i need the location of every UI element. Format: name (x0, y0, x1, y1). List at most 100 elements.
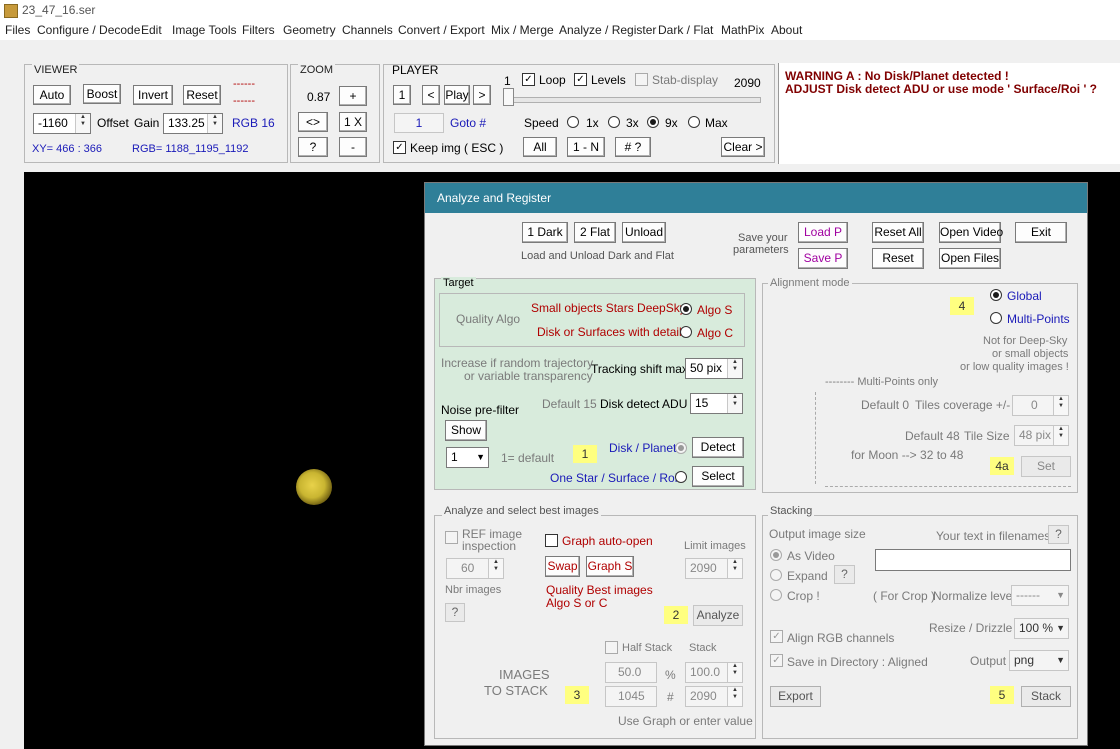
analyze-button[interactable]: Analyze (693, 605, 743, 626)
select-button[interactable]: Select (692, 466, 744, 487)
stack-max-count-spinner[interactable]: ▲ ▼ (727, 687, 742, 706)
offset-spinner[interactable]: ▲ ▼ (75, 114, 90, 133)
tile-size-spinner[interactable]: ▲ ▼ (1053, 426, 1068, 445)
speed-max-radio[interactable] (688, 116, 700, 128)
menu-image-tools[interactable]: Image Tools (172, 23, 236, 37)
swap-button[interactable]: Swap (545, 556, 580, 577)
first-frame-button[interactable]: 1 (393, 85, 411, 105)
graph-auto-open-checkbox[interactable] (545, 534, 558, 547)
menu-about[interactable]: About (771, 23, 802, 37)
limit-images-input[interactable]: 2090 ▲ ▼ (685, 558, 743, 579)
stack-percent-input[interactable]: 50.0 (605, 662, 657, 683)
as-video-radio[interactable] (770, 549, 782, 561)
prev-frame-button[interactable]: < (422, 85, 440, 105)
current-frame-input[interactable]: 1 (394, 113, 444, 133)
zoom-in-button[interactable]: + (339, 86, 367, 106)
stack-max-percent-spinner[interactable]: ▲ ▼ (727, 663, 742, 682)
half-stack-checkbox[interactable] (605, 641, 618, 654)
all-button[interactable]: All (523, 137, 557, 157)
open-files-button[interactable]: Open Files (939, 248, 1001, 269)
stack-button[interactable]: Stack (1021, 686, 1071, 707)
auto-button[interactable]: Auto (33, 85, 71, 105)
flat-button[interactable]: 2 Flat (574, 222, 616, 243)
align-rgb-checkbox[interactable]: ✓ (770, 630, 783, 643)
stab-display-checkbox[interactable] (635, 73, 648, 86)
load-params-button[interactable]: Load P (798, 222, 848, 243)
speed-1x-radio[interactable] (567, 116, 579, 128)
ref-image-checkbox[interactable] (445, 531, 458, 544)
graph-s-button[interactable]: Graph S (586, 556, 634, 577)
next-frame-button[interactable]: > (473, 85, 491, 105)
show-noise-button[interactable]: Show (445, 420, 487, 441)
nbr-images-spinner[interactable]: ▲ ▼ (488, 559, 503, 578)
analyze-help-button[interactable]: ? (445, 603, 465, 622)
menu-filters[interactable]: Filters (242, 23, 275, 37)
gain-spinner[interactable]: ▲ ▼ (207, 114, 222, 133)
disk-planet-radio[interactable] (675, 442, 687, 454)
stack-max-count-input[interactable]: 2090 ▲ ▼ (685, 686, 743, 707)
detect-button[interactable]: Detect (692, 437, 744, 458)
open-video-button[interactable]: Open Video (939, 222, 1003, 243)
menu-dark-flat[interactable]: Dark / Flat (658, 23, 713, 37)
menu-convert-export[interactable]: Convert / Export (398, 23, 485, 37)
menu-mathpix[interactable]: MathPix (721, 23, 764, 37)
frame-slider-track[interactable] (505, 97, 761, 103)
save-directory-checkbox[interactable]: ✓ (770, 654, 783, 667)
one-n-button[interactable]: 1 - N (567, 137, 605, 157)
tiles-coverage-spinner[interactable]: ▲ ▼ (1053, 396, 1068, 415)
hash-help-button[interactable]: # ? (615, 137, 651, 157)
offset-input[interactable]: -1160 ▲ ▼ (33, 113, 91, 134)
goto-link[interactable]: Goto # (450, 116, 486, 130)
menu-mix-merge[interactable]: Mix / Merge (491, 23, 554, 37)
clear-button[interactable]: Clear > (721, 137, 765, 157)
noise-filter-select[interactable]: 1 ▼ (446, 447, 489, 468)
levels-checkbox[interactable]: ✓ (574, 73, 587, 86)
output-format-select[interactable]: png ▼ (1009, 650, 1069, 671)
unload-button[interactable]: Unload (622, 222, 666, 243)
stack-max-percent-input[interactable]: 100.0 ▲ ▼ (685, 662, 743, 683)
loop-checkbox[interactable]: ✓ (522, 73, 535, 86)
boost-button[interactable]: Boost (83, 84, 121, 104)
reset-view-button[interactable]: Reset (183, 85, 221, 105)
disk-detect-adu-spinner[interactable]: ▲ ▼ (727, 394, 742, 413)
stacking-help-button[interactable]: ? (1048, 525, 1069, 544)
frame-slider-thumb[interactable] (503, 88, 514, 106)
algo-c-radio[interactable] (680, 326, 692, 338)
speed-9x-radio[interactable] (647, 116, 659, 128)
zoom-help-button[interactable]: ? (298, 137, 328, 157)
speed-3x-radio[interactable] (608, 116, 620, 128)
zoom-out-button[interactable]: - (339, 137, 367, 157)
menu-analyze-register[interactable]: Analyze / Register (559, 23, 656, 37)
gain-input[interactable]: 133.25 ▲ ▼ (163, 113, 223, 134)
tiles-coverage-input[interactable]: 0 ▲ ▼ (1012, 395, 1069, 416)
multi-points-radio[interactable] (990, 312, 1002, 324)
expand-radio[interactable] (770, 569, 782, 581)
crop-radio[interactable] (770, 589, 782, 601)
play-button[interactable]: Play (444, 85, 470, 105)
tile-size-input[interactable]: 48 pix ▲ ▼ (1014, 425, 1069, 446)
menu-edit[interactable]: Edit (141, 23, 162, 37)
exit-button[interactable]: Exit (1015, 222, 1067, 243)
zoom-1x-button[interactable]: 1 X (339, 112, 367, 132)
invert-button[interactable]: Invert (133, 85, 173, 105)
limit-images-spinner[interactable]: ▲ ▼ (727, 559, 742, 578)
save-params-button[interactable]: Save P (798, 248, 848, 269)
menu-files[interactable]: Files (5, 23, 30, 37)
dark-button[interactable]: 1 Dark (522, 222, 568, 243)
reset-button[interactable]: Reset (872, 248, 924, 269)
algo-s-radio[interactable] (680, 303, 692, 315)
filename-text-input[interactable] (875, 549, 1071, 571)
tracking-shift-spinner[interactable]: ▲ ▼ (727, 359, 742, 378)
menu-configure[interactable]: Configure / Decode (37, 23, 140, 37)
zoom-fit-button[interactable]: <> (298, 112, 328, 132)
tracking-shift-input[interactable]: 50 pix ▲ ▼ (685, 358, 743, 379)
resize-drizzle-select[interactable]: 100 % ▼ (1014, 618, 1069, 639)
export-button[interactable]: Export (770, 686, 821, 707)
normalize-level-select[interactable]: ------ ▼ (1011, 585, 1069, 606)
nbr-images-input[interactable]: 60 ▲ ▼ (446, 558, 504, 579)
reset-all-button[interactable]: Reset All (872, 222, 924, 243)
keep-img-checkbox[interactable]: ✓ (393, 141, 406, 154)
set-button[interactable]: Set (1021, 456, 1071, 477)
expand-help-button[interactable]: ? (834, 565, 855, 584)
one-star-radio[interactable] (675, 471, 687, 483)
